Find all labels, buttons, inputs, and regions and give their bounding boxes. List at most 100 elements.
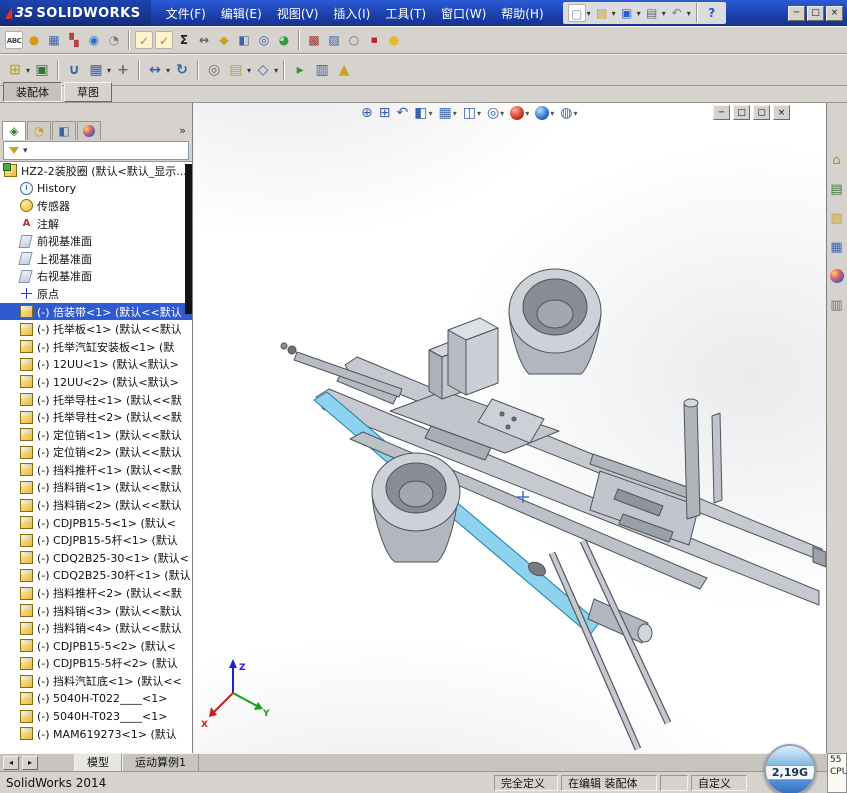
tree-item[interactable]: (-) CDJPB15-5<1> (默认< xyxy=(0,514,192,532)
edit-appearance-button[interactable]: ◕ xyxy=(275,31,293,49)
insert-components-button[interactable]: ⊞ ▾ xyxy=(5,60,30,80)
file-explorer-button[interactable]: ▨ xyxy=(828,209,846,227)
panel-tabs-overflow[interactable]: » xyxy=(175,124,190,137)
hole-alignment-button[interactable]: ○ xyxy=(345,31,363,49)
edit-component-button[interactable]: ▣ xyxy=(32,60,52,80)
commandmanager-tab-assembly[interactable]: 装配体 xyxy=(3,82,62,102)
smart-fasteners-button[interactable]: + xyxy=(113,60,133,80)
zoom-fit-button[interactable]: ⊕ xyxy=(361,105,373,121)
graphics-area[interactable]: Z X Y ⊕ ⊞ ↶ ◧ ▾ ▦ ▾ ◫ ▾ ◎ ▾ ▾ ▾ ◍ ▾ ─ □ ▢ × xyxy=(193,103,826,753)
hide-show-items-button[interactable]: ◎ ▾ xyxy=(487,105,504,121)
minimize-button[interactable]: ─ xyxy=(788,5,805,21)
tree-item[interactable]: (-) 挡料销<1> (默认<<默认 xyxy=(0,479,192,497)
menu-view[interactable]: 视图(V) xyxy=(270,3,326,24)
check-document-button[interactable]: ✓ xyxy=(155,31,173,49)
menu-file[interactable]: 文件(F) xyxy=(159,3,213,24)
tree-item[interactable]: (-) 12UU<2> (默认<默认> xyxy=(0,373,192,391)
bill-of-materials-button[interactable]: ▥ xyxy=(312,60,332,80)
solidworks-resources-button[interactable]: ⌂ xyxy=(828,151,846,169)
zoom-area-button[interactable]: ⊞ xyxy=(379,105,391,121)
settings-button[interactable]: ◔ xyxy=(105,31,123,49)
browser-button[interactable]: ◉ xyxy=(85,31,103,49)
exploded-view-button[interactable]: ▲ xyxy=(334,60,354,80)
tree-item[interactable]: (-) 挡料销<3> (默认<<默认 xyxy=(0,602,192,620)
previous-view-button[interactable]: ↶ xyxy=(396,105,408,121)
tree-item[interactable]: (-) 倍装带<1> (默认<<默认 xyxy=(0,302,192,321)
doc-maximize-button[interactable]: ▢ xyxy=(753,105,770,120)
tree-item[interactable]: (-) 定位销<1> (默认<<默认 xyxy=(0,426,192,444)
tree-item[interactable]: (-) 托举导柱<1> (默认<<默 xyxy=(0,391,192,409)
section-view-button[interactable]: ◧ ▾ xyxy=(414,105,432,121)
performance-globe[interactable]: 2,19G xyxy=(764,744,816,793)
undo-button[interactable]: ↶ ▾ xyxy=(668,4,691,22)
panel-tab-displaymanager[interactable] xyxy=(77,120,101,140)
mold-cup-lower[interactable] xyxy=(371,452,461,563)
tree-item[interactable]: (-) 挡料推杆<2> (默认<<默 xyxy=(0,584,192,602)
doc-close-button[interactable]: × xyxy=(773,105,790,120)
tree-item[interactable]: History xyxy=(0,180,192,198)
view-settings-button[interactable]: ◍ ▾ xyxy=(560,105,577,121)
doc-restore-button[interactable]: □ xyxy=(733,105,750,120)
tree-item[interactable]: (-) 托举汽缸安装板<1> (默 xyxy=(0,338,192,356)
cylinder-end[interactable] xyxy=(637,623,653,643)
section-properties-button[interactable]: ◧ xyxy=(235,31,253,49)
tree-item[interactable]: (-) CDJPB15-5杆<1> (默认 xyxy=(0,531,192,549)
tree-item[interactable]: (-) CDJPB15-5<2> (默认< xyxy=(0,637,192,655)
filter-bar[interactable]: ▾ xyxy=(3,141,189,160)
tree-item[interactable]: (-) 5040H-T022____<1> xyxy=(0,690,192,708)
hyperlink-button[interactable]: ● xyxy=(25,31,43,49)
rotate-component-button[interactable]: ↻ xyxy=(172,60,192,80)
spell-check-button[interactable]: ABC xyxy=(5,31,23,49)
sensors-button[interactable]: ◎ xyxy=(255,31,273,49)
tree-item[interactable]: 右视基准面 xyxy=(0,268,192,286)
display-style-button[interactable]: ◫ ▾ xyxy=(463,105,481,121)
print-document-button[interactable]: ▤ ▾ xyxy=(643,4,666,22)
tree-item[interactable]: A 注解 xyxy=(0,215,192,233)
linear-component-pattern-button[interactable]: ▦ ▾ xyxy=(86,60,111,80)
save-document-button[interactable]: ▣ ▾ xyxy=(618,4,641,22)
tree-item[interactable]: (-) 挡料推杆<1> (默认<<默 xyxy=(0,461,192,479)
panel-tab-configurationmanager[interactable]: ◧ xyxy=(52,120,76,140)
tree-scrollbar[interactable] xyxy=(185,164,192,314)
design-check-button[interactable]: ✓ xyxy=(135,31,153,49)
menu-tools[interactable]: 工具(T) xyxy=(378,3,433,24)
tree-item[interactable]: (-) 托举板<1> (默认<<默认 xyxy=(0,320,192,338)
study-tab-motion-study-1[interactable]: 运动算例1 xyxy=(122,754,199,771)
new-document-button[interactable]: ▢ ▾ xyxy=(567,4,591,22)
tree-item[interactable]: (-) 托举导柱<2> (默认<<默 xyxy=(0,408,192,426)
appearances-scenes-button[interactable] xyxy=(828,267,846,285)
reference-geometry-button[interactable]: ◇ ▾ xyxy=(253,60,278,80)
move-component-button[interactable]: ↔ ▾ xyxy=(145,60,170,80)
assembly-model[interactable]: Z X Y xyxy=(193,103,826,753)
mass-properties-button[interactable]: ◆ xyxy=(215,31,233,49)
clearance-verification-button[interactable]: ▨ xyxy=(325,31,343,49)
tree-item[interactable]: (-) CDQ2B25-30杆<1> (默认 xyxy=(0,567,192,585)
edit-appearance-button[interactable]: ▾ xyxy=(510,106,529,120)
tree-item[interactable]: 上视基准面 xyxy=(0,250,192,268)
record-macro-button[interactable]: ■ xyxy=(365,31,383,49)
open-document-button[interactable]: ▨ ▾ xyxy=(593,4,616,22)
tree-item[interactable]: (-) CDQ2B25-30<1> (默认< xyxy=(0,549,192,567)
measure-button[interactable]: ↔ xyxy=(195,31,213,49)
tree-item[interactable]: (-) 挡料销<4> (默认<<默认 xyxy=(0,619,192,637)
assembly-features-button[interactable]: ▤ ▾ xyxy=(226,60,251,80)
mold-cup-upper[interactable] xyxy=(508,268,602,375)
tree-item[interactable]: (-) 12UU<1> (默认<默认> xyxy=(0,356,192,374)
view-palette-button[interactable]: ▦ xyxy=(828,238,846,256)
study-tab-model[interactable]: 模型 xyxy=(74,754,122,771)
equations-button[interactable]: Σ xyxy=(175,31,193,49)
design-library-button[interactable]: ▤ xyxy=(828,180,846,198)
help-button[interactable]: ? xyxy=(703,4,721,22)
tree-item[interactable]: 传感器 xyxy=(0,197,192,215)
tree-item[interactable]: (-) CDJPB15-5杆<2> (默认 xyxy=(0,655,192,673)
suspend-rebuild-button[interactable]: ● xyxy=(385,31,403,49)
menu-help[interactable]: 帮助(H) xyxy=(494,3,550,24)
interference-detection-button[interactable]: ▩ xyxy=(305,31,323,49)
show-hidden-components-button[interactable]: ◎ xyxy=(204,60,224,80)
commandmanager-tab-sketch[interactable]: 草图 xyxy=(64,82,112,102)
study-nav-left-button[interactable]: ◂ xyxy=(3,755,19,770)
menu-window[interactable]: 窗口(W) xyxy=(434,3,493,24)
panel-tab-propertymanager[interactable]: ◔ xyxy=(27,120,51,140)
new-motion-study-button[interactable]: ▸ xyxy=(290,60,310,80)
tree-item[interactable]: 前视基准面 xyxy=(0,232,192,250)
